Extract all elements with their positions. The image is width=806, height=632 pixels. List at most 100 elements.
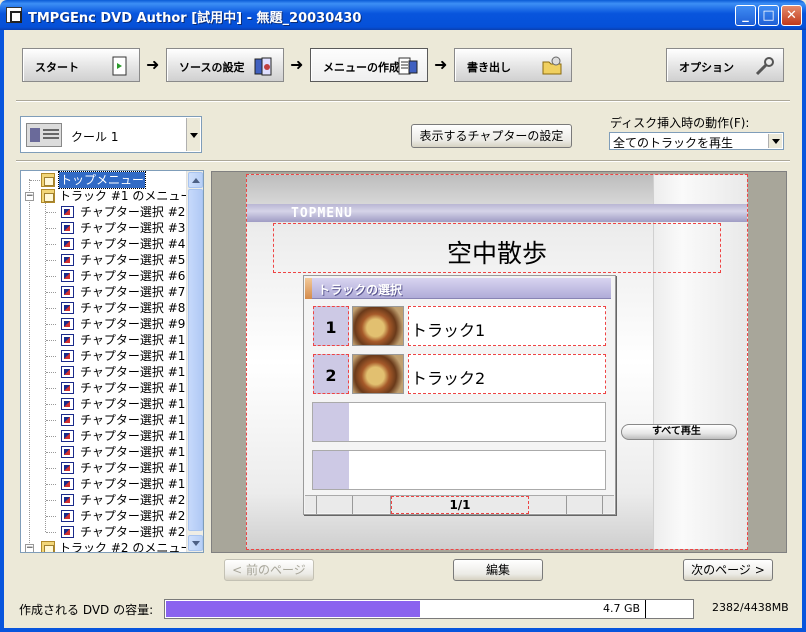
tree-line	[46, 372, 56, 373]
tree-item-chapter[interactable]: チャプター選択 #16	[21, 428, 193, 444]
tree-item-track2-menu[interactable]: − トラック #2 のメニュー	[21, 540, 192, 552]
tree-item-chapter[interactable]: チャプター選択 #10	[21, 332, 193, 348]
edit-button[interactable]: 編集	[453, 559, 543, 581]
pager-cell[interactable]	[567, 496, 603, 514]
chevron-down-icon[interactable]	[186, 118, 200, 151]
track-number: 1	[325, 318, 337, 337]
menu-tree[interactable]: トップメニュー − トラック #1 のメニュー − トラック #2 のメニュー …	[20, 170, 204, 553]
step-start-button[interactable]: スタート	[22, 48, 140, 82]
tree-item-chapter[interactable]: チャプター選択 #2	[21, 204, 185, 220]
tree-line	[30, 180, 40, 181]
disc-size-label: 4.7 GB	[603, 602, 641, 615]
tree-line	[46, 484, 56, 485]
tree-item-chapter[interactable]: チャプター選択 #17	[21, 444, 193, 460]
chapter-icon	[61, 494, 74, 506]
page-indicator: 1/1	[391, 496, 529, 514]
play-all-button[interactable]: すべて再生	[621, 424, 737, 440]
tree-item-chapter[interactable]: チャプター選択 #19	[21, 476, 193, 492]
menu-folder-icon	[41, 189, 55, 203]
options-button[interactable]: オプション	[666, 48, 784, 82]
tree-item-label: チャプター選択 #13	[80, 381, 194, 395]
maximize-button[interactable]: □	[758, 5, 779, 26]
tree-item-chapter[interactable]: チャプター選択 #9	[21, 316, 185, 332]
next-page-button[interactable]: 次のページ >	[683, 559, 773, 581]
pager-cell[interactable]	[305, 496, 317, 514]
tree-item-label: チャプター選択 #15	[80, 413, 194, 427]
tree-item-chapter[interactable]: チャプター選択 #22	[21, 524, 193, 540]
tree-line	[46, 276, 56, 277]
collapse-icon[interactable]: −	[25, 544, 34, 552]
tree-item-chapter[interactable]: チャプター選択 #18	[21, 460, 193, 476]
chevron-down-icon[interactable]	[768, 134, 782, 148]
tree-item-chapter[interactable]: チャプター選択 #21	[21, 508, 193, 524]
chapter-settings-button[interactable]: 表示するチャプターの設定	[411, 124, 572, 148]
title-bar: TMPGEnc DVD Author [試用中] - 無題_20030430 _…	[0, 0, 806, 30]
tree-item-chapter[interactable]: チャプター選択 #20	[21, 492, 193, 508]
tree-line	[46, 292, 56, 293]
tree-item-label: チャプター選択 #11	[80, 349, 194, 363]
menu-select-combo[interactable]: クール 1	[20, 116, 202, 153]
tree-line	[46, 388, 56, 389]
panel-title: トラックの選択	[318, 283, 403, 297]
tree-item-chapter[interactable]: チャプター選択 #6	[21, 268, 185, 284]
scroll-thumb[interactable]	[188, 189, 203, 531]
chapter-icon	[61, 462, 74, 474]
book-dvd-icon	[254, 57, 272, 76]
toolbar-separator	[16, 100, 790, 102]
tree-line	[46, 212, 56, 213]
track-name: トラック2	[411, 369, 486, 388]
tree-item-chapter[interactable]: チャプター選択 #15	[21, 412, 193, 428]
tree-item-chapter[interactable]: チャプター選択 #12	[21, 364, 193, 380]
chapter-icon	[61, 270, 74, 282]
options-label: オプション	[679, 61, 734, 74]
tree-line	[46, 436, 56, 437]
chapter-icon	[61, 334, 74, 346]
step-output-button[interactable]: 書き出し	[454, 48, 572, 82]
empty-slot	[312, 402, 606, 442]
disc-insert-select[interactable]: 全てのトラックを再生	[609, 132, 784, 150]
tree-item-label: チャプター選択 #19	[80, 477, 194, 491]
tree-line	[46, 260, 56, 261]
tree-item-chapter[interactable]: チャプター選択 #5	[21, 252, 185, 268]
tree-item-chapter[interactable]: チャプター選択 #3	[21, 220, 185, 236]
tree-item-chapter[interactable]: チャプター選択 #8	[21, 300, 185, 316]
chapter-icon	[61, 302, 74, 314]
pager-cell[interactable]	[353, 496, 391, 514]
collapse-icon[interactable]: −	[25, 192, 34, 201]
chapter-icon	[61, 526, 74, 538]
capacity-fill	[166, 601, 420, 617]
minimize-icon: _	[742, 8, 749, 23]
tree-item-chapter[interactable]: チャプター選択 #4	[21, 236, 185, 252]
tree-item-chapter[interactable]: チャプター選択 #13	[21, 380, 193, 396]
tree-item-label: チャプター選択 #6	[80, 269, 186, 283]
track-button-2[interactable]: 2 トラック2	[312, 352, 610, 396]
scroll-down-icon[interactable]	[188, 535, 203, 551]
menu-select-value: クール 1	[71, 130, 119, 144]
tree-scrollbar[interactable]	[186, 171, 203, 552]
menu-canvas[interactable]: TOPMENU 空中散歩 トラックの選択 1 トラック1 2 トラック2 1/1	[246, 174, 748, 550]
arrow-icon: ➜	[290, 55, 304, 74]
tree-item-chapter[interactable]: チャプター選択 #7	[21, 284, 185, 300]
track-button-1[interactable]: 1 トラック1	[312, 304, 610, 348]
track-button-empty[interactable]	[312, 448, 610, 492]
tree-item-label: トラック #1 のメニュー	[59, 189, 193, 203]
track-button-empty[interactable]	[312, 400, 610, 444]
menu-folder-icon	[41, 541, 55, 552]
menu-title-box[interactable]: 空中散歩	[273, 223, 721, 273]
tree-item-label: トラック #2 のメニュー	[59, 541, 193, 553]
step-source-button[interactable]: ソースの設定	[166, 48, 284, 82]
track-name: トラック1	[411, 321, 486, 340]
scroll-up-icon[interactable]	[188, 172, 203, 188]
close-button[interactable]: ✕	[781, 5, 802, 26]
tree-item-top-menu[interactable]: トップメニュー	[21, 171, 181, 189]
tree-item-chapter[interactable]: チャプター選択 #14	[21, 396, 193, 412]
tree-item-track1-menu[interactable]: − トラック #1 のメニュー	[21, 188, 192, 204]
pager-cell[interactable]	[529, 496, 567, 514]
pager-cell[interactable]	[317, 496, 353, 514]
tree-item-label: チャプター選択 #10	[80, 333, 194, 347]
minimize-button[interactable]: _	[735, 5, 756, 26]
chapter-icon	[61, 286, 74, 298]
step-menu-button[interactable]: メニューの作成	[310, 48, 428, 82]
tree-item-chapter[interactable]: チャプター選択 #11	[21, 348, 193, 364]
prev-page-button[interactable]: < 前のページ	[224, 559, 314, 581]
